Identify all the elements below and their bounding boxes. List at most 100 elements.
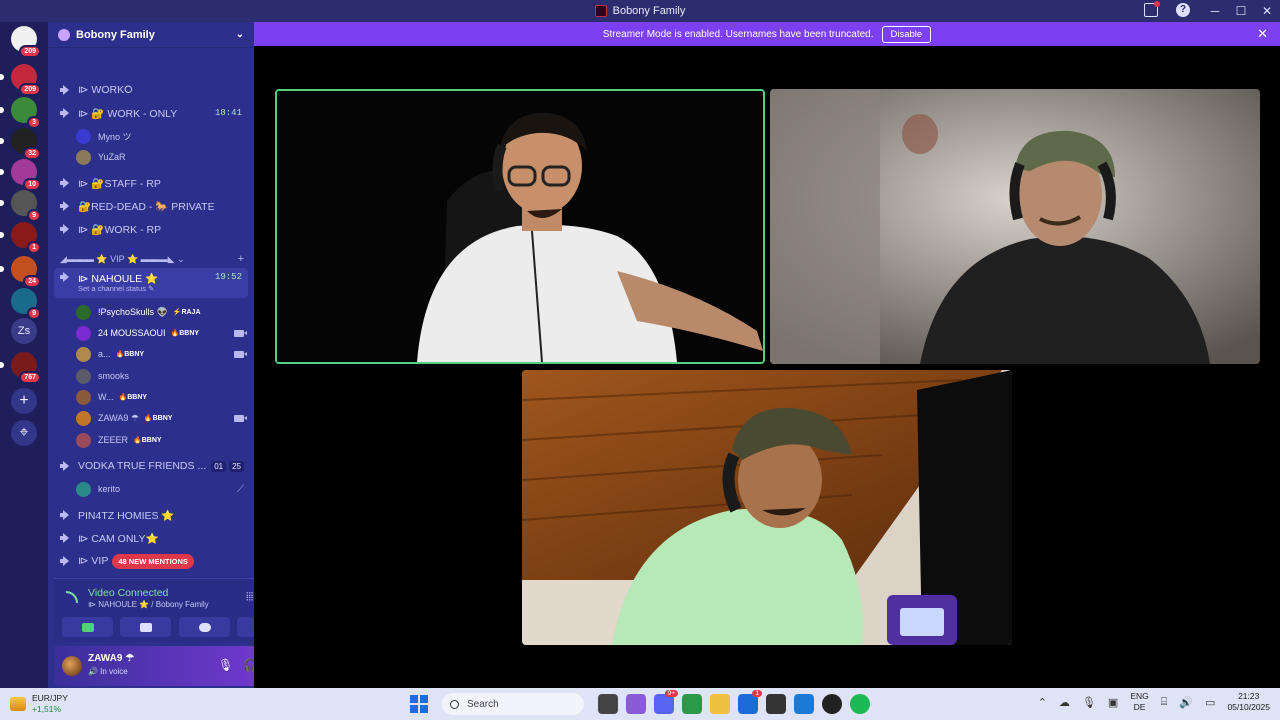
copilot-icon[interactable] bbox=[626, 694, 646, 714]
avatar bbox=[76, 346, 91, 362]
add-channel-icon[interactable]: + bbox=[238, 253, 244, 265]
new-mentions-pill[interactable]: 48 NEW MENTIONS bbox=[112, 553, 194, 569]
chevron-down-icon: ⌄ bbox=[235, 29, 244, 40]
user-name: W... bbox=[98, 392, 114, 402]
channel-staff-rp[interactable]: ⧐ 🔐STAFF - RP bbox=[54, 172, 248, 194]
server-badge: 767 bbox=[19, 371, 41, 384]
channel-work-only[interactable]: ⧐ 🔐 WORK - ONLY 18:41 bbox=[54, 102, 248, 124]
server-icon[interactable]: 10 bbox=[0, 159, 41, 191]
channel-nahoule[interactable]: ⧐ NAHOULE ⭐ 19:52 Set a channel status ✎ bbox=[54, 268, 248, 298]
server-icon[interactable]: 3 bbox=[0, 97, 41, 129]
file-explorer-icon[interactable] bbox=[710, 694, 730, 714]
minimize-button[interactable]: ─ bbox=[1202, 4, 1228, 18]
camera-icon bbox=[234, 350, 247, 358]
voice-user[interactable]: W... 🔥BBNY bbox=[76, 387, 248, 407]
taskbar: EUR/JPY +1,51% Search 9+ 1 ⌃ ☁ 🎙 ▣ ENG DE … bbox=[0, 688, 1280, 720]
speaker-icon bbox=[60, 108, 72, 118]
vscode-icon[interactable] bbox=[794, 694, 814, 714]
video-tile[interactable] bbox=[275, 89, 765, 364]
close-icon[interactable]: ✕ bbox=[1257, 26, 1268, 42]
disable-streamer-mode-button[interactable]: Disable bbox=[881, 25, 932, 43]
close-window-button[interactable]: ✕ bbox=[1254, 4, 1280, 18]
store-icon[interactable]: 1 bbox=[738, 690, 762, 714]
avatar[interactable] bbox=[62, 656, 82, 676]
add-server-icon[interactable]: + bbox=[11, 388, 37, 414]
screen-share-button[interactable] bbox=[120, 617, 171, 637]
server-badge: 209 bbox=[19, 83, 41, 96]
server-icon[interactable]: 767 bbox=[0, 352, 41, 384]
user-name: !PsychoSkulls 👽 bbox=[98, 306, 168, 317]
chevron-up-icon[interactable]: ⌃ bbox=[1038, 696, 1047, 709]
language-indicator[interactable]: ENG DE bbox=[1130, 691, 1148, 713]
server-icon[interactable]: 1 bbox=[0, 222, 41, 254]
server-zs[interactable]: Zs bbox=[11, 318, 37, 344]
maximize-button[interactable]: ☐ bbox=[1228, 4, 1254, 18]
voice-user[interactable]: 24 MOUSSAOUI 🔥BBNY bbox=[76, 323, 248, 343]
signal-icon[interactable] bbox=[66, 591, 78, 603]
channel-label: ⧐ 🔐 WORK - ONLY bbox=[78, 107, 178, 120]
voice-user[interactable]: ZAWA9 ☂ 🔥BBNY bbox=[76, 408, 248, 428]
user-name: kerito bbox=[98, 484, 121, 494]
server-badge: 24 bbox=[23, 275, 41, 288]
taskview-icon[interactable] bbox=[598, 694, 618, 714]
help-icon[interactable]: ? bbox=[1176, 3, 1190, 17]
volume-icon[interactable]: 🔊 bbox=[1179, 696, 1193, 709]
channel-label: PIN4TZ HOMIES ⭐ bbox=[78, 509, 175, 522]
avatar bbox=[76, 304, 91, 320]
discord-icon[interactable]: 9+ bbox=[654, 690, 678, 714]
user-count: 01 25 bbox=[211, 460, 244, 472]
taskbar-search[interactable]: Search bbox=[442, 693, 584, 715]
gamepad-icon bbox=[198, 622, 211, 632]
my-username[interactable]: ZAWA9 ☂ bbox=[88, 653, 134, 664]
chrome-icon[interactable] bbox=[682, 694, 702, 714]
user-tag: 🔥BBNY bbox=[133, 437, 162, 444]
microphone-icon[interactable]: 🎙 bbox=[218, 658, 233, 672]
voice-user[interactable]: Myno ツ bbox=[76, 126, 248, 146]
voice-user[interactable]: !PsychoSkulls 👽 ⚡RAJA bbox=[76, 302, 248, 322]
ticker-widget[interactable]: EUR/JPY +1,51% bbox=[10, 693, 68, 715]
obs-icon[interactable] bbox=[822, 694, 842, 714]
voice-user[interactable]: YuZaR bbox=[76, 147, 248, 167]
channel-status-prompt[interactable]: Set a channel status ✎ bbox=[78, 284, 154, 293]
noise-suppression-icon[interactable]: ⦙⦙⦙ bbox=[246, 591, 253, 604]
home-button[interactable]: 209 bbox=[11, 26, 41, 58]
activity-button[interactable] bbox=[179, 617, 230, 637]
category-vip[interactable]: ◢▬▬▬ ⭐ VIP ⭐ ▬▬▬◣ ⌄ + bbox=[60, 252, 248, 266]
channel-vip[interactable]: ⧐ VIP 48 NEW MENTIONS bbox=[54, 550, 248, 572]
server-icon[interactable]: 24 bbox=[0, 256, 41, 288]
spotify-icon[interactable] bbox=[850, 694, 870, 714]
channel-label: VODKA TRUE FRIENDS ... bbox=[78, 460, 207, 472]
voice-user[interactable]: smooks bbox=[76, 366, 248, 386]
battery-icon[interactable]: ▭ bbox=[1205, 696, 1215, 709]
avatar bbox=[76, 368, 91, 384]
server-icon[interactable]: 209 bbox=[0, 64, 41, 96]
video-tile[interactable] bbox=[770, 89, 1260, 364]
inbox-icon[interactable] bbox=[1144, 1, 1160, 17]
voice-user[interactable]: kerito ⟋ bbox=[76, 479, 248, 499]
guild-header[interactable]: Bobony Family ⌄ bbox=[48, 22, 254, 48]
avatar bbox=[76, 481, 91, 497]
video-tile[interactable] bbox=[522, 370, 1012, 645]
channel-cam-only[interactable]: ⧐ CAM ONLY⭐ bbox=[54, 527, 248, 549]
windows-start-icon[interactable] bbox=[410, 695, 428, 713]
clock[interactable]: 21:23 05/10/2025 bbox=[1227, 691, 1270, 713]
server-icon[interactable]: 9 bbox=[0, 190, 41, 222]
channel-pin4tz[interactable]: PIN4TZ HOMIES ⭐ bbox=[54, 504, 248, 526]
server-icon[interactable]: 9 bbox=[11, 288, 41, 320]
cloud-icon[interactable]: ☁ bbox=[1059, 696, 1070, 709]
unity-icon[interactable] bbox=[766, 694, 786, 714]
voice-user[interactable]: ZEEER 🔥BBNY bbox=[76, 430, 248, 450]
network-icon[interactable]: ⌸ bbox=[1161, 696, 1168, 709]
voice-status-channel[interactable]: ⧐ NAHOULE ⭐ / Bobony Family bbox=[88, 600, 209, 609]
server-icon[interactable]: 32 bbox=[0, 128, 41, 160]
camera-button[interactable] bbox=[62, 617, 113, 637]
channel-work-o[interactable]: ⧐ WORK⭘ bbox=[54, 79, 248, 101]
channel-work-rp[interactable]: ⧐ 🔐WORK - RP bbox=[54, 218, 248, 240]
voice-user[interactable]: a... 🔥BBNY bbox=[76, 344, 248, 364]
voice-status-title[interactable]: Video Connected bbox=[88, 587, 168, 599]
display-icon[interactable]: ▣ bbox=[1108, 696, 1118, 709]
microphone-icon[interactable]: 🎙 bbox=[1082, 696, 1096, 709]
channel-vodka[interactable]: VODKA TRUE FRIENDS ... 01 25 bbox=[54, 455, 248, 477]
explore-icon[interactable]: ⌖ bbox=[11, 420, 37, 446]
channel-red-dead[interactable]: 🔐RED-DEAD - 🐎 PRIVATE bbox=[54, 195, 248, 217]
